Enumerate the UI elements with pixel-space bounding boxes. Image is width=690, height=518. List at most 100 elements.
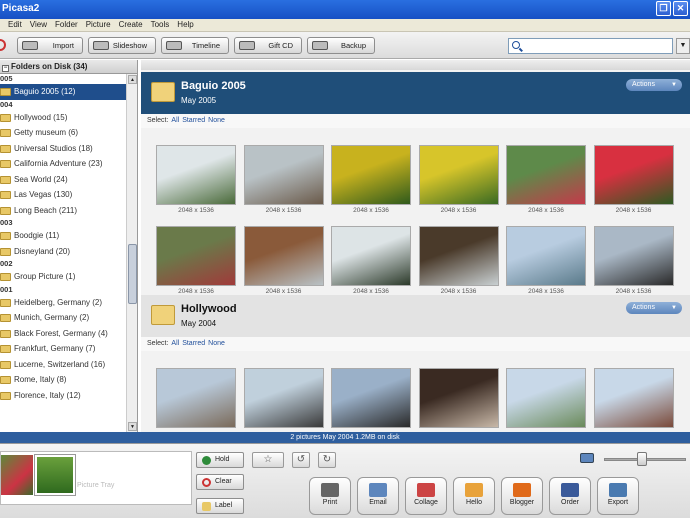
photo-thumbnail[interactable] — [331, 145, 411, 205]
gift-cd-button[interactable]: Gift CD — [234, 37, 302, 54]
hello-button[interactable]: Hello — [453, 477, 495, 515]
export-label: Export — [607, 499, 629, 506]
year-group-label: 001 — [0, 284, 13, 294]
photo-thumbnail[interactable] — [593, 226, 674, 286]
blogger-button[interactable]: Blogger — [501, 477, 543, 515]
picture-tray[interactable]: Picture Tray — [0, 451, 192, 505]
photo-dimensions: 2048 x 1536 — [265, 207, 302, 214]
select-all-link[interactable]: All — [171, 117, 179, 124]
album-folder-icon — [151, 82, 175, 102]
hold-button[interactable]: Hold — [196, 452, 244, 468]
photo-thumbnail[interactable] — [418, 226, 499, 286]
tray-thumbnail[interactable] — [1, 455, 33, 495]
folder-item[interactable]: Getty museum (6) — [0, 125, 126, 141]
collage-button[interactable]: Collage — [405, 477, 447, 515]
photo-thumbnail[interactable] — [243, 145, 324, 205]
restore-icon[interactable]: ❐ — [656, 1, 671, 16]
folder-label: Baguio 2005 (12) — [14, 87, 76, 96]
folder-item[interactable]: Las Vegas (130) — [0, 187, 126, 203]
search-input[interactable] — [508, 38, 673, 54]
folder-item[interactable]: Group Picture (1) — [0, 269, 126, 285]
photo-thumbnail[interactable] — [331, 368, 411, 428]
folder-item[interactable]: Long Beach (211) — [0, 203, 126, 219]
folder-item[interactable]: Hollywood (15) — [0, 110, 126, 126]
photo-thumbnail[interactable] — [156, 145, 236, 205]
scroll-up-icon[interactable]: ▲ — [128, 75, 137, 84]
close-icon[interactable]: ✕ — [673, 1, 688, 16]
order-button[interactable]: Order — [549, 477, 591, 515]
folder-item[interactable]: Universal Studios (18) — [0, 141, 126, 157]
folder-item[interactable]: Baguio 2005 (12) — [0, 84, 126, 100]
folder-item[interactable]: California Adventure (23) — [0, 156, 126, 172]
folder-item[interactable]: Black Forest, Germany (4) — [0, 326, 126, 342]
photo-thumbnail[interactable] — [418, 145, 499, 205]
photo-thumbnail[interactable] — [243, 226, 324, 286]
scrollbar-thumb[interactable] — [128, 244, 137, 304]
export-button[interactable]: Export — [597, 477, 639, 515]
folder-icon — [0, 273, 11, 281]
label-button[interactable]: Label — [196, 498, 244, 514]
order-label: Order — [561, 499, 579, 506]
menu-item-help[interactable]: Help — [177, 20, 193, 29]
menu-item-picture[interactable]: Picture — [86, 20, 111, 29]
album-actions-button[interactable]: Actions — [626, 79, 682, 91]
rotate-left-icon: ↺ — [296, 454, 306, 465]
star-button[interactable]: ☆ — [252, 452, 284, 468]
select-starred-link[interactable]: Starred — [182, 117, 205, 124]
album-header[interactable]: Hollywood May 2004 Actions — [141, 295, 690, 337]
menu-item-tools[interactable]: Tools — [151, 20, 170, 29]
folder-label: Black Forest, Germany (4) — [14, 328, 108, 338]
album-header[interactable]: Baguio 2005 May 2005 Actions — [141, 72, 690, 114]
folder-item[interactable]: Heidelberg, Germany (2) — [0, 295, 126, 311]
photo-thumbnail[interactable] — [418, 368, 499, 428]
menu-item-folder[interactable]: Folder — [55, 20, 78, 29]
menu-item-edit[interactable]: Edit — [8, 20, 22, 29]
backup-button[interactable]: Backup — [307, 37, 375, 54]
zoom-slider-knob[interactable] — [636, 452, 647, 466]
tray-thumbnail[interactable] — [34, 454, 76, 496]
menu-item-create[interactable]: Create — [119, 20, 143, 29]
folder-item[interactable]: Sea World (24) — [0, 172, 126, 188]
select-none-link[interactable]: None — [208, 117, 225, 124]
photo-thumbnail[interactable] — [243, 368, 324, 428]
album-title[interactable]: Hollywood — [181, 303, 237, 315]
search-options-button[interactable]: ▼ — [676, 38, 690, 54]
select-none-link[interactable]: None — [208, 340, 225, 347]
bottom-panel: Picture Tray Hold Clear Label ☆ ↺ ↻ Prin… — [0, 443, 690, 518]
folder-item[interactable]: Boodgie (11) — [0, 228, 126, 244]
rotate-right-icon: ↻ — [322, 454, 332, 465]
folder-item[interactable]: Munich, Germany (2) — [0, 310, 126, 326]
photo-dimensions: 2048 x 1536 — [528, 288, 564, 295]
photo-thumbnail[interactable] — [156, 368, 236, 428]
slideshow-button[interactable]: Slideshow — [88, 37, 156, 54]
photo-thumbnail[interactable] — [331, 226, 411, 286]
folders-header[interactable]: − Folders on Disk (34) — [0, 60, 137, 74]
photo-thumbnail[interactable] — [506, 226, 586, 286]
select-starred-link[interactable]: Starred — [182, 340, 205, 347]
menu-item-view[interactable]: View — [30, 20, 47, 29]
album-title[interactable]: Baguio 2005 — [181, 80, 246, 92]
import-button[interactable]: Import — [17, 37, 83, 54]
select-all-link[interactable]: All — [171, 340, 179, 347]
scroll-down-icon[interactable]: ▼ — [128, 422, 137, 431]
folder-item[interactable]: Disneyland (20) — [0, 244, 126, 260]
collapse-icon[interactable]: − — [2, 65, 9, 72]
folder-item[interactable]: Florence, Italy (12) — [0, 388, 126, 404]
timeline-icon — [166, 41, 182, 50]
folder-item[interactable]: Rome, Italy (8) — [0, 372, 126, 388]
photo-thumbnail[interactable] — [506, 145, 586, 205]
photo-thumbnail[interactable] — [593, 145, 674, 205]
sidebar-scrollbar[interactable]: ▲ ▼ — [126, 74, 137, 432]
album-actions-button[interactable]: Actions — [626, 302, 682, 314]
photo-thumbnail[interactable] — [593, 368, 674, 428]
photo-thumbnail[interactable] — [506, 368, 586, 428]
print-button[interactable]: Print — [309, 477, 351, 515]
folder-item[interactable]: Frankfurt, Germany (7) — [0, 341, 126, 357]
timeline-button[interactable]: Timeline — [161, 37, 229, 54]
clear-button[interactable]: Clear — [196, 474, 244, 490]
rotate-right-button[interactable]: ↻ — [318, 452, 336, 468]
photo-thumbnail[interactable] — [156, 226, 236, 286]
email-button[interactable]: Email — [357, 477, 399, 515]
folder-item[interactable]: Lucerne, Switzerland (16) — [0, 357, 126, 373]
rotate-left-button[interactable]: ↺ — [292, 452, 310, 468]
